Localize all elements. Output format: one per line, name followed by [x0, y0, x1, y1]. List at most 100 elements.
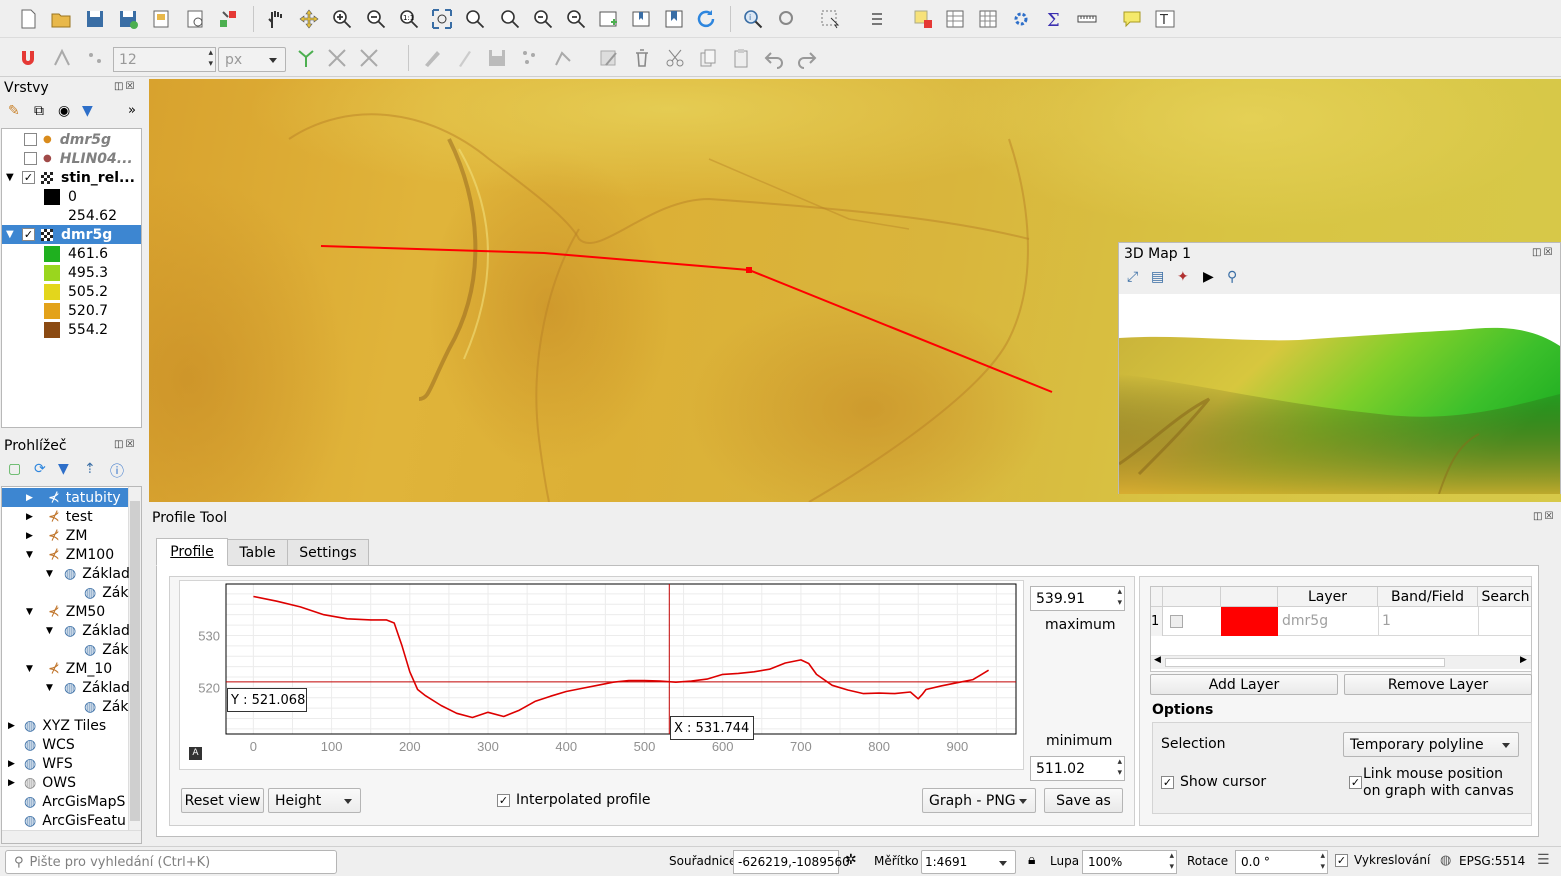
layer-checkbox[interactable]	[24, 152, 37, 165]
tab-profile[interactable]: Profile	[156, 538, 228, 566]
snap-tolerance-input[interactable]: 12	[113, 47, 216, 72]
row-color-swatch[interactable]	[1221, 607, 1278, 636]
locator-search[interactable]: ⚲ Pište pro vyhledání (Ctrl+K)	[5, 850, 337, 874]
layers-panel-float-close-icon[interactable]: ◫☒	[114, 81, 136, 92]
browser-item[interactable]: ▶ ◍ WFS	[8, 754, 73, 773]
profile-tool-float-close-icon[interactable]: ◫☒	[1533, 511, 1555, 522]
browser-item[interactable]: ▼ ⊀ ZM_10	[26, 659, 112, 678]
save-as-button[interactable]: Save as	[1044, 788, 1123, 813]
toggle-editing-icon[interactable]	[452, 46, 476, 70]
link-mouse-label-2[interactable]: on graph with canvas	[1363, 783, 1514, 799]
zoom-to-layer-icon[interactable]	[497, 7, 521, 31]
pan-hand-icon[interactable]	[264, 7, 288, 31]
table-hscrollbar[interactable]: ◀ ▶	[1151, 655, 1531, 669]
pan-to-selection-icon[interactable]	[297, 7, 321, 31]
zoom-last-icon[interactable]	[530, 7, 554, 31]
attribute-table-icon[interactable]	[943, 7, 967, 31]
messages-icon[interactable]: ☰	[1537, 852, 1550, 868]
refresh-browser-icon[interactable]: ⟳	[34, 461, 46, 477]
interpolated-profile-checkbox[interactable]: ✓ Interpolated profile	[497, 792, 650, 808]
processing-toolbox-icon[interactable]	[1009, 7, 1033, 31]
collapse-arrow-icon[interactable]: ▼	[46, 569, 64, 579]
deselect-features-icon[interactable]	[866, 7, 890, 31]
column-header-layer[interactable]: Layer	[1278, 587, 1378, 607]
column-header-band[interactable]: Band/Field	[1378, 587, 1478, 607]
graph-format-select[interactable]: Graph - PNG	[922, 788, 1036, 813]
expand-arrow-icon[interactable]: ▶	[8, 759, 24, 769]
render-checkbox[interactable]: ✓ Vykreslování	[1335, 853, 1430, 867]
zoom-out-icon[interactable]	[364, 7, 388, 31]
browser-item[interactable]: ◍ ArcGisMapS	[24, 792, 125, 811]
field-calculator-icon[interactable]	[976, 7, 1000, 31]
deselect-all-icon[interactable]	[911, 7, 935, 31]
browser-item[interactable]: ◍ ArcGisFeatu	[24, 811, 126, 830]
delete-selected-icon[interactable]	[630, 46, 654, 70]
browser-scrollbar[interactable]	[128, 487, 141, 832]
new-project-icon[interactable]	[16, 7, 40, 31]
profile-chart[interactable]: 0 100 200 300 400 500 600 700 800 900 530 520	[180, 581, 1025, 771]
expand-arrow-icon[interactable]: ▶	[26, 512, 48, 522]
cut-features-icon[interactable]	[663, 46, 687, 70]
browser-item[interactable]: ▶ ◍ OWS	[8, 773, 76, 792]
browser-item[interactable]: ▼ ⊀ ZM100	[26, 545, 114, 564]
redo-icon[interactable]	[795, 46, 819, 70]
manage-visibility-icon[interactable]: ◉	[58, 103, 70, 119]
filter-browser-icon[interactable]: ▼	[58, 461, 69, 477]
paste-features-icon[interactable]	[729, 46, 753, 70]
autoscale-a-icon[interactable]: A	[189, 747, 202, 760]
link-mouse-box[interactable]: ✓	[1349, 776, 1362, 789]
zoom-full-icon[interactable]	[430, 7, 454, 31]
statistical-summary-icon[interactable]: Σ	[1042, 7, 1066, 31]
add-layer-button[interactable]: Add Layer	[1150, 674, 1338, 695]
expand-arrow-icon[interactable]: ▶	[26, 493, 48, 503]
link-mouse-label-1[interactable]: Link mouse position	[1363, 766, 1503, 782]
map3d-float-close-icon[interactable]: ◫☒	[1532, 247, 1554, 258]
save-as-icon[interactable]	[116, 7, 140, 31]
measure-line-icon[interactable]	[1075, 7, 1099, 31]
toggle-extents-icon[interactable]: ✲	[845, 852, 857, 868]
zoom-to-selection-icon[interactable]	[463, 7, 487, 31]
layer-row-selected[interactable]: ▼ ✓ dmr5g	[2, 225, 141, 244]
run-feature-action-icon[interactable]	[775, 7, 799, 31]
min-value-spinbox[interactable]: 511.02	[1030, 756, 1125, 781]
undo-icon[interactable]	[762, 46, 786, 70]
row-visible-checkbox[interactable]	[1170, 615, 1183, 628]
browser-item[interactable]: ▶ ◍ XYZ Tiles	[8, 716, 106, 735]
reset-view-button[interactable]: Reset view	[181, 788, 264, 813]
text-annotation-icon[interactable]: T	[1153, 7, 1177, 31]
scroll-left-icon[interactable]: ◀	[1154, 655, 1161, 665]
collapse-arrow-icon[interactable]: ▼	[26, 664, 48, 674]
add-feature-icon[interactable]	[518, 46, 542, 70]
expand-arrow-icon[interactable]: ▶	[8, 721, 24, 731]
save-project-icon[interactable]	[83, 7, 107, 31]
open-project-icon[interactable]	[49, 7, 73, 31]
zoom-next-icon[interactable]	[563, 7, 587, 31]
layer-row[interactable]: ● HLIN04...	[24, 149, 133, 168]
collapse-arrow-icon[interactable]: ▼	[6, 229, 22, 240]
interpolated-checkbox-box[interactable]: ✓	[497, 794, 510, 807]
animation-play-icon[interactable]: ▶	[1203, 269, 1214, 285]
browser-item[interactable]: ◍ Zák	[84, 697, 129, 716]
snap-points-icon[interactable]	[84, 46, 108, 70]
new-map-view-icon[interactable]	[596, 7, 620, 31]
browser-item[interactable]: ▶ ⊀ test	[26, 507, 93, 526]
snap-unit-select[interactable]: px	[218, 47, 286, 72]
topological-editing-icon[interactable]	[294, 46, 318, 70]
crs-globe-icon[interactable]: ◍	[1440, 853, 1451, 868]
browser-panel-float-close-icon[interactable]: ◫☒	[114, 439, 136, 450]
new-print-layout-icon[interactable]	[149, 7, 173, 31]
more-options-icon[interactable]: »	[128, 103, 136, 118]
add-selected-icon[interactable]: ▢	[8, 461, 21, 477]
tab-settings[interactable]: Settings	[287, 539, 369, 566]
configure-3d-icon[interactable]: ✦	[1177, 269, 1189, 285]
tab-table[interactable]: Table	[227, 539, 288, 566]
browser-item[interactable]: ▼ ◍ Základ	[46, 678, 130, 697]
browser-item-selected[interactable]: ▶ ⊀ tatubity	[2, 488, 128, 507]
style-manager-icon[interactable]	[216, 7, 240, 31]
collapse-arrow-icon[interactable]: ▼	[26, 607, 48, 617]
style-layer-icon[interactable]: ✎	[8, 103, 20, 119]
browser-item[interactable]: ▶ ⊀ ZM	[26, 526, 87, 545]
scale-select[interactable]: 1:4691	[921, 850, 1016, 874]
tracing-icon[interactable]	[357, 46, 381, 70]
collapse-arrow-icon[interactable]: ▼	[46, 683, 64, 693]
